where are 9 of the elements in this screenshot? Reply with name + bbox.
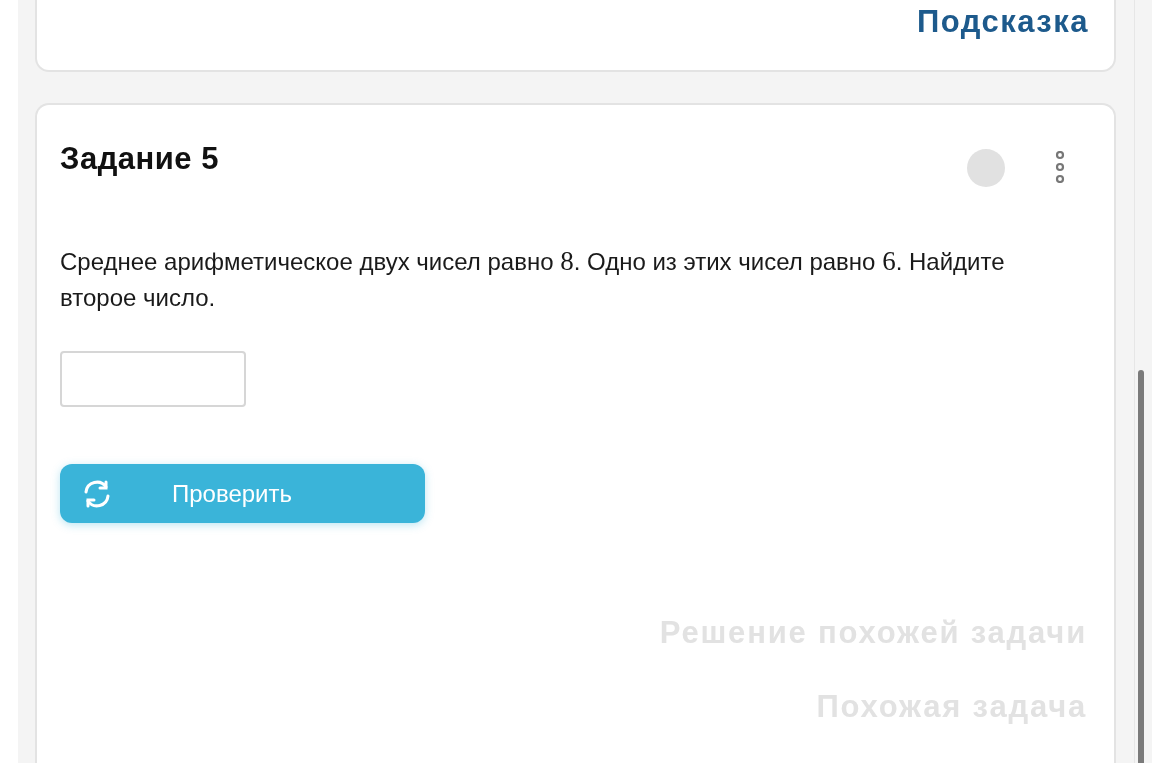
answer-field[interactable] — [60, 351, 246, 407]
more-icon[interactable] — [1055, 151, 1065, 183]
hint-link[interactable]: Подсказка — [916, 4, 1089, 40]
task-title: Задание 5 — [60, 141, 220, 177]
scrollbar-thumb[interactable] — [1138, 370, 1144, 763]
check-button[interactable]: Проверить — [60, 464, 425, 523]
status-dot-icon — [967, 149, 1005, 187]
refresh-icon — [82, 478, 112, 509]
problem-text: Среднее арифметическое двух чисел равно 8. Одно из этих чисел равно 6. Найдите второе число. — [60, 245, 1006, 313]
